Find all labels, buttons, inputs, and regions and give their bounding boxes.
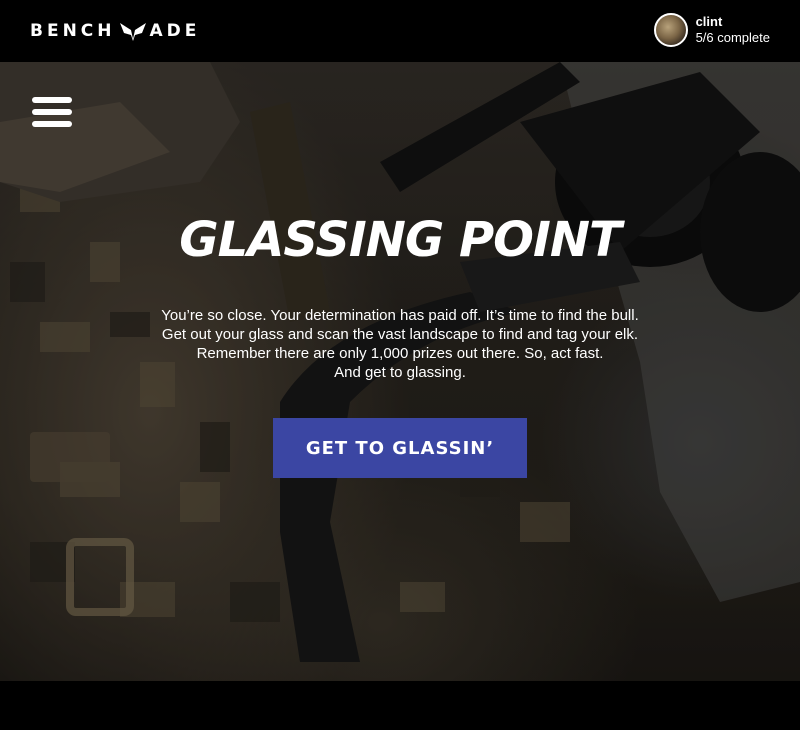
user-info: clint 5/6 complete [696,14,770,46]
description-line: And get to glassing. [334,364,466,381]
progress-status: 5/6 complete [695,30,770,45]
brand-text-right: ADE [149,21,201,41]
butterfly-logo-icon [119,23,146,41]
menu-line [32,109,72,115]
user-name: clint [695,14,723,29]
top-bar: BENCH ADE clint 5/6 complete [0,0,800,62]
brand-text-left: BENCH [30,21,116,41]
menu-line [32,97,72,103]
page-title: GLASSING POINT [179,212,621,268]
menu-line [32,121,72,127]
description-line: You’re so close. Your determination has … [161,307,639,324]
description-line: Get out your glass and scan the vast lan… [161,326,639,343]
description-line: Remember there are only 1,000 prizes out… [196,345,604,362]
bottom-bar [0,681,800,730]
hero-description: You’re so close. Your determination has … [110,306,690,382]
user-profile[interactable]: clint 5/6 complete [653,13,770,47]
get-to-glassin-button[interactable]: GET TO GLASSIN’ [273,418,527,478]
benchmade-logo[interactable]: BENCH ADE [30,20,200,42]
hamburger-menu-icon[interactable] [32,97,72,127]
user-avatar[interactable] [653,13,688,47]
